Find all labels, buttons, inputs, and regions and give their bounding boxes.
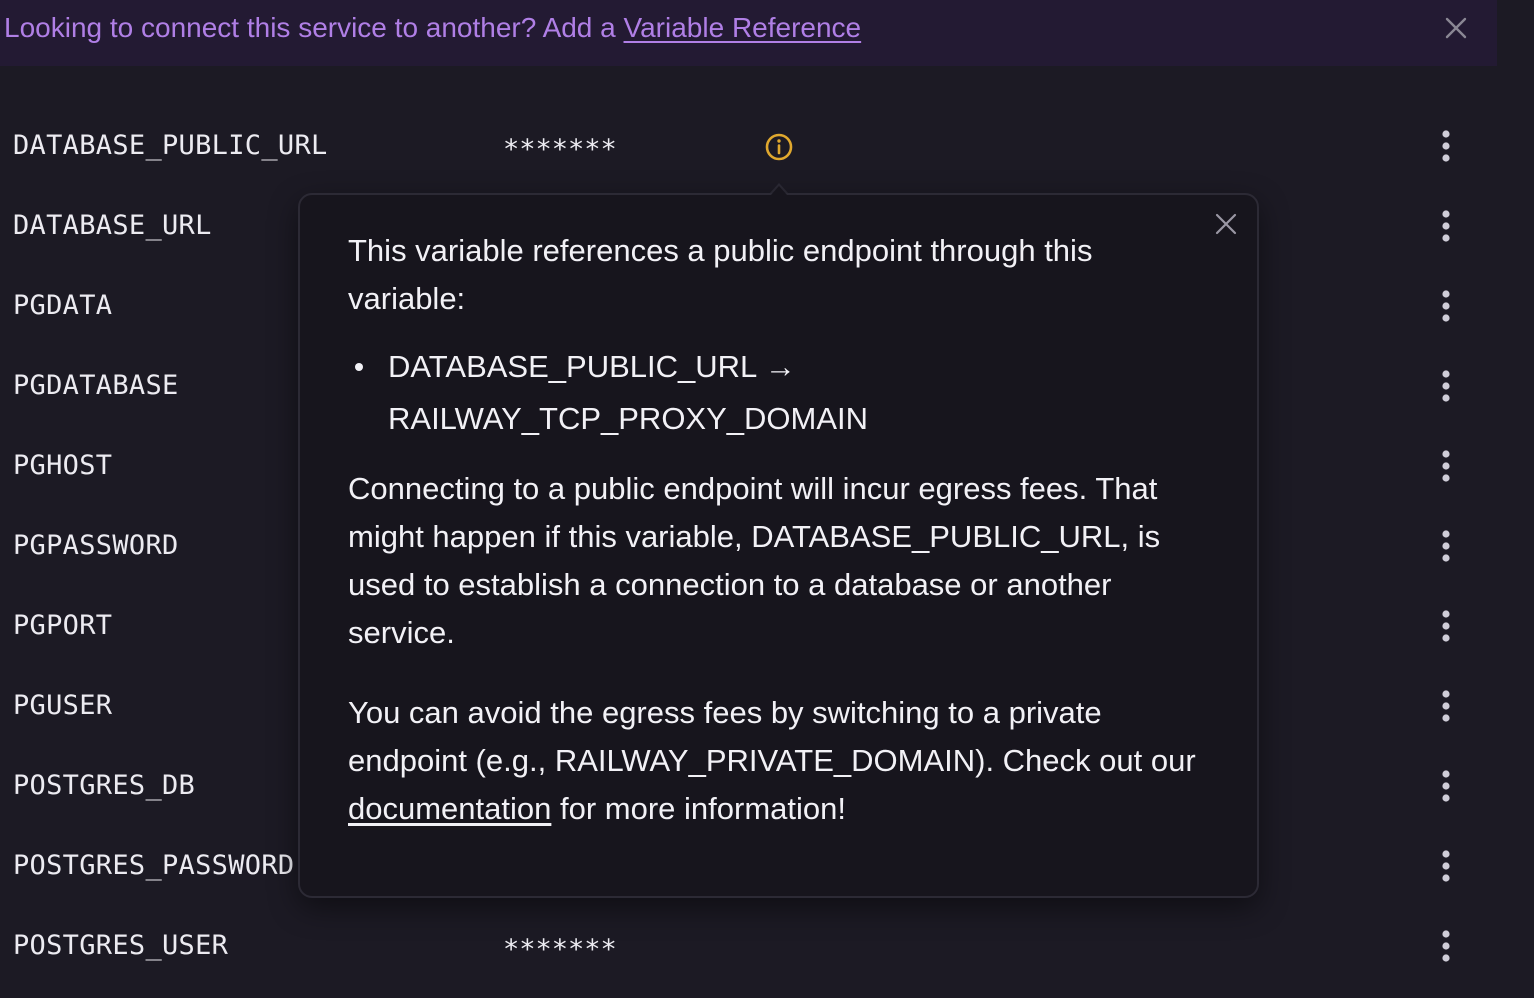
more-vertical-icon	[1442, 850, 1450, 882]
popover-close-button[interactable]	[1211, 209, 1241, 239]
more-vertical-icon	[1442, 770, 1450, 802]
banner-text: Looking to connect this service to anoth…	[4, 10, 861, 46]
variable-value[interactable]: *******	[503, 932, 617, 968]
variable-name: PGUSER	[13, 690, 113, 721]
variable-menu-button[interactable]	[1430, 366, 1462, 406]
variable-name: POSTGRES_DB	[13, 770, 196, 801]
variable-reference-banner: Looking to connect this service to anoth…	[0, 0, 1497, 66]
more-vertical-icon	[1442, 530, 1450, 562]
egress-advice: You can avoid the egress fees by switchi…	[348, 689, 1208, 833]
variable-menu-button[interactable]	[1430, 446, 1462, 486]
popover-caret-inner	[771, 186, 787, 195]
banner-close-button[interactable]	[1440, 12, 1472, 44]
variable-menu-button[interactable]	[1430, 846, 1462, 886]
public-endpoint-popover: This variable references a public endpoi…	[298, 193, 1259, 898]
variable-name: PGHOST	[13, 450, 113, 481]
egress-advice-suffix: for more information!	[551, 791, 846, 826]
popover-body: This variable references a public endpoi…	[348, 227, 1208, 833]
variable-name: POSTGRES_PASSWORD	[13, 850, 295, 881]
close-icon	[1445, 17, 1467, 39]
more-vertical-icon	[1442, 130, 1450, 162]
variable-menu-button[interactable]	[1430, 126, 1462, 166]
more-vertical-icon	[1442, 690, 1450, 722]
variable-row[interactable]: POSTGRES_USER *******	[0, 906, 1534, 986]
variable-menu-button[interactable]	[1430, 526, 1462, 566]
variable-name: DATABASE_PUBLIC_URL	[13, 130, 328, 161]
popover-intro: This variable references a public endpoi…	[348, 233, 1093, 316]
reference-item: DATABASE_PUBLIC_URL → RAILWAY_TCP_PROXY_D…	[355, 341, 1208, 445]
reference-from: DATABASE_PUBLIC_URL	[388, 349, 757, 384]
banner-message: Looking to connect this service to anoth…	[4, 12, 624, 43]
variable-menu-button[interactable]	[1430, 926, 1462, 966]
variable-menu-button[interactable]	[1430, 206, 1462, 246]
reference-list: DATABASE_PUBLIC_URL → RAILWAY_TCP_PROXY_D…	[348, 341, 1208, 445]
reference-to: RAILWAY_TCP_PROXY_DOMAIN	[388, 401, 869, 436]
more-vertical-icon	[1442, 370, 1450, 402]
variable-menu-button[interactable]	[1430, 606, 1462, 646]
more-vertical-icon	[1442, 930, 1450, 962]
public-endpoint-warning-button[interactable]	[764, 132, 794, 162]
variables-page: Looking to connect this service to anoth…	[0, 0, 1534, 998]
egress-warning: Connecting to a public endpoint will inc…	[348, 471, 1161, 650]
close-icon	[1215, 213, 1237, 235]
info-circle-icon	[765, 133, 793, 161]
variable-name: PGPASSWORD	[13, 530, 179, 561]
more-vertical-icon	[1442, 450, 1450, 482]
variable-name: DATABASE_URL	[13, 210, 212, 241]
more-vertical-icon	[1442, 290, 1450, 322]
variable-name: PGPORT	[13, 610, 113, 641]
variable-name: POSTGRES_USER	[13, 930, 229, 961]
variable-reference-link[interactable]: Variable Reference	[624, 12, 862, 43]
variable-value[interactable]: *******	[503, 132, 617, 168]
variable-row[interactable]: DATABASE_PUBLIC_URL *******	[0, 106, 1534, 186]
variable-menu-button[interactable]	[1430, 286, 1462, 326]
variable-menu-button[interactable]	[1430, 686, 1462, 726]
egress-advice-text: You can avoid the egress fees by switchi…	[348, 695, 1196, 778]
more-vertical-icon	[1442, 610, 1450, 642]
variable-name: PGDATABASE	[13, 370, 179, 401]
more-vertical-icon	[1442, 210, 1450, 242]
variable-menu-button[interactable]	[1430, 766, 1462, 806]
variable-name: PGDATA	[13, 290, 113, 321]
documentation-link[interactable]: documentation	[348, 791, 551, 826]
reference-arrow: →	[764, 349, 796, 384]
